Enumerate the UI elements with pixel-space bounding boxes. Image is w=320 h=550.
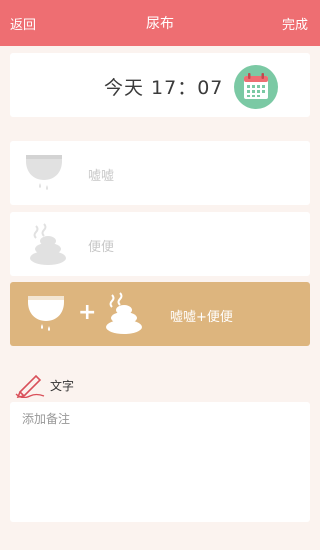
option-pee-label: 嘘嘘	[88, 169, 115, 184]
option-pee-and-poop[interactable]: + 嘘嘘+便便	[10, 282, 310, 346]
option-poop-label: 便便	[88, 240, 115, 255]
option-pee[interactable]: 嘘嘘	[10, 141, 310, 205]
time-display: 今天 17：07	[104, 77, 224, 99]
pen-icon	[15, 374, 45, 398]
option-combo-label: 嘘嘘+便便	[170, 310, 233, 325]
page-title: 尿布	[146, 16, 174, 32]
top-bar: 返回 尿布 完成	[0, 0, 320, 46]
diaper-icon	[26, 155, 62, 190]
time-card[interactable]: 今天 17：07	[10, 53, 310, 117]
diaper-icon	[28, 296, 64, 331]
note-input[interactable]	[10, 402, 310, 522]
done-button[interactable]: 完成	[282, 14, 308, 33]
poop-icon	[30, 223, 66, 265]
calendar-icon[interactable]	[234, 65, 278, 109]
plus-sign: +	[78, 300, 97, 325]
poop-icon	[106, 292, 142, 334]
note-heading-label: 文字	[50, 379, 75, 393]
option-poop[interactable]: 便便	[10, 212, 310, 276]
